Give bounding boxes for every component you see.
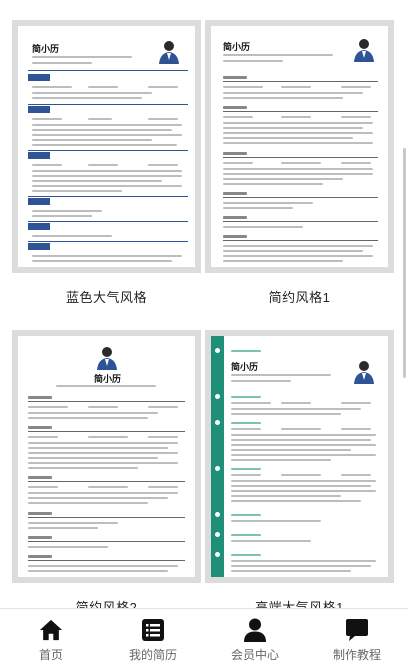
resume-preview: 简小历 <box>211 336 388 577</box>
template-preview-frame[interactable]: 简小历 <box>205 330 394 583</box>
template-preview-frame[interactable]: 简小历 <box>205 20 394 273</box>
avatar <box>354 361 374 384</box>
avatar <box>354 39 374 62</box>
template-title[interactable]: 简约风格1 <box>205 287 394 306</box>
template-card-blue[interactable]: 简小历 蓝色大气风格 <box>12 20 201 306</box>
template-grid: 简小历 蓝色大气风格 简小历 简约风格1 简小历 简约风格2 简小历 高端大气风… <box>0 0 408 608</box>
tab-label: 制作教程 <box>332 648 381 662</box>
bottom-tabbar: 首页 我的简历 会员中心 制作教程 <box>0 608 408 669</box>
tab-label: 我的简历 <box>128 648 177 662</box>
template-card-premium-1[interactable]: 简小历 高端大气风格1 <box>205 330 394 608</box>
resume-name: 简小历 <box>223 42 251 52</box>
template-title[interactable]: 高端大气风格1 <box>205 597 394 608</box>
tab-label: 会员中心 <box>230 648 279 662</box>
tab-my-resume[interactable]: 我的简历 <box>102 609 204 669</box>
template-card-simple-2[interactable]: 简小历 简约风格2 <box>12 330 201 608</box>
list-icon <box>141 618 165 642</box>
avatar <box>97 347 117 370</box>
template-preview-frame[interactable]: 简小历 <box>12 330 201 583</box>
scrollbar[interactable] <box>403 148 406 378</box>
accent-sidebar <box>211 336 224 577</box>
resume-preview: 简小历 <box>211 26 388 267</box>
tab-member-center[interactable]: 会员中心 <box>204 609 306 669</box>
template-title[interactable]: 简约风格2 <box>12 597 201 608</box>
tab-home[interactable]: 首页 <box>0 609 102 669</box>
resume-preview: 简小历 <box>18 26 195 267</box>
template-title[interactable]: 蓝色大气风格 <box>12 287 201 306</box>
template-card-simple-1[interactable]: 简小历 简约风格1 <box>205 20 394 306</box>
resume-name: 简小历 <box>94 374 122 384</box>
tab-tutorial[interactable]: 制作教程 <box>306 609 408 669</box>
resume-name: 简小历 <box>32 44 60 54</box>
template-preview-frame[interactable]: 简小历 <box>12 20 201 273</box>
resume-preview: 简小历 <box>18 336 195 577</box>
chat-icon <box>345 618 369 642</box>
user-icon <box>243 618 267 642</box>
resume-name: 简小历 <box>231 362 259 372</box>
tab-label: 首页 <box>38 648 63 662</box>
home-icon <box>39 618 63 642</box>
avatar <box>159 41 179 64</box>
